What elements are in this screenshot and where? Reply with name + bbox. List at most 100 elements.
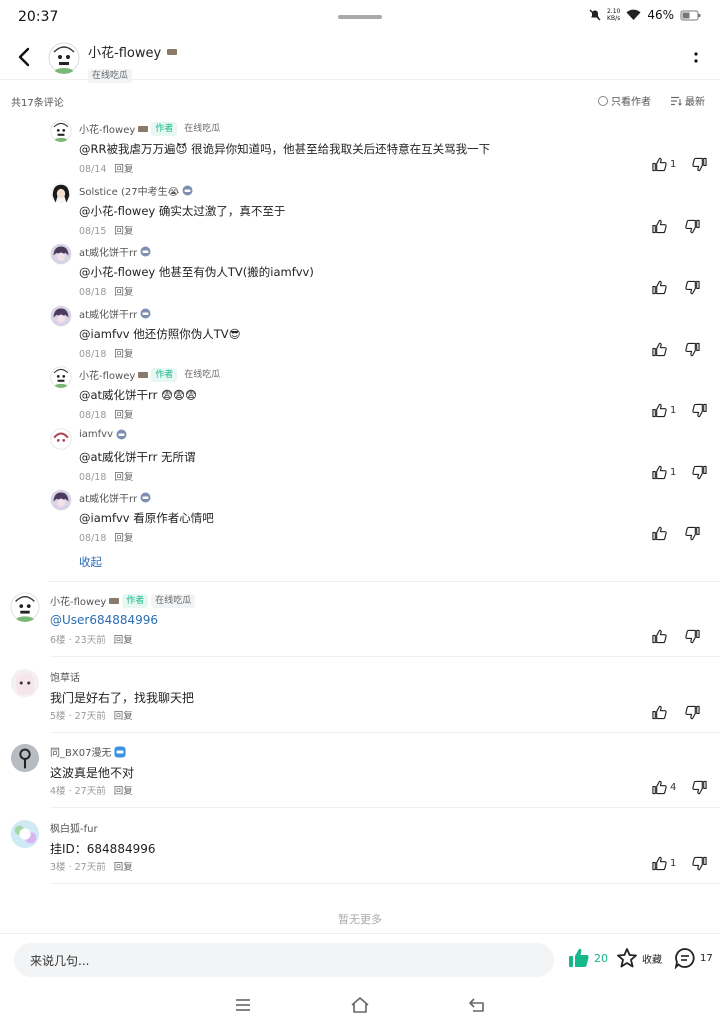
like-button[interactable] [652, 280, 667, 295]
author-badge: 作者 [151, 367, 178, 382]
author-avatar[interactable] [48, 42, 80, 74]
reply-item[interactable]: at威化饼干rr @小花-flowey 他甚至有伪人TV(搬的iamfvv) 0… [0, 243, 720, 303]
author-badge: 作者 [122, 593, 149, 608]
thumbs-up-icon [652, 157, 667, 172]
reply-date: 08/15 [79, 225, 107, 237]
reply-button[interactable]: 回复 [114, 862, 133, 873]
sort-button[interactable]: 最新 [671, 93, 705, 108]
game-controller-icon [182, 185, 193, 195]
comment-avatar[interactable] [10, 818, 40, 849]
comment-username[interactable]: 小花-flowey [50, 593, 106, 608]
reply-button[interactable]: 回复 [114, 164, 133, 175]
like-button[interactable]: 4 [652, 780, 676, 795]
reply-item[interactable]: Solstice (27中考生😭 @小花-flowey 确实太过激了，真不至于 … [0, 181, 720, 242]
comment-item[interactable]: 小花-flowey 作者 在线吃瓜 @User684884996 6楼 · 23… [0, 592, 720, 664]
comment-input[interactable]: 来说几句... [14, 943, 554, 977]
collapse-button[interactable]: 收起 [79, 554, 102, 570]
thumbs-down-icon[interactable] [685, 342, 700, 357]
menu-icon[interactable] [234, 998, 252, 1012]
drag-handle[interactable] [338, 15, 382, 19]
thumbs-down-icon[interactable] [692, 465, 707, 480]
star-icon [617, 948, 637, 968]
like-button[interactable]: 1 [652, 157, 676, 172]
like-button[interactable]: 1 [652, 465, 676, 480]
like-button[interactable]: 20 [568, 947, 608, 969]
comment-username[interactable]: 饱草话 [50, 669, 80, 684]
reply-username[interactable]: at威化饼干rr [79, 306, 137, 321]
like-button[interactable] [652, 705, 667, 720]
reply-item[interactable]: 小花-flowey 作者 在线吃瓜 @at威化饼干rr 😨😨😨 08/18 回复 … [0, 366, 720, 426]
battery-icon [680, 10, 701, 21]
back-nav-icon[interactable] [468, 997, 486, 1013]
home-icon[interactable] [350, 996, 370, 1014]
thumbs-down-icon[interactable] [692, 157, 707, 172]
comment-item[interactable]: 同_BX07漫无 这波真是他不对 4楼 · 27天前 回复 4 [0, 743, 720, 815]
reply-username[interactable]: iamfvv [79, 429, 113, 440]
comment-item[interactable]: 枫白狐-fur 挂ID：684884996 3楼 · 27天前 回复 1 [0, 818, 720, 891]
reply-item[interactable]: iamfvv @at威化饼干rr 无所谓 08/18 回复 1 [0, 427, 720, 488]
comment-avatar[interactable] [10, 667, 40, 698]
reply-button[interactable]: 回复 [114, 472, 133, 483]
thumbs-down-icon[interactable] [692, 403, 707, 418]
comment-button[interactable]: 17 [674, 947, 713, 969]
reply-date: 08/18 [79, 348, 107, 360]
battery-percent: 46% [647, 8, 674, 22]
thumbs-down-icon[interactable] [685, 705, 700, 720]
thumbs-down-icon[interactable] [685, 280, 700, 295]
thumbs-down-icon[interactable] [692, 856, 707, 871]
comment-username[interactable]: 枫白狐-fur [50, 820, 98, 835]
system-nav-bar [0, 992, 720, 1024]
author-info[interactable]: 小花-flowey 在线吃瓜 [88, 42, 178, 83]
reply-button[interactable]: 回复 [114, 711, 133, 722]
thumbs-up-icon [652, 465, 667, 479]
reply-avatar[interactable] [50, 366, 72, 388]
comment-floor: 6楼 [50, 635, 66, 646]
reply-username[interactable]: 小花-flowey [79, 367, 135, 382]
comment-count: 17 [700, 952, 713, 964]
like-button[interactable]: 1 [652, 403, 676, 418]
reply-username[interactable]: 小花-flowey [79, 121, 135, 136]
author-status-badge: 在线吃瓜 [88, 69, 133, 83]
reply-avatar[interactable] [50, 489, 72, 511]
reply-item[interactable]: 小花-flowey 作者 在线吃瓜 @RR被我虐万万遍😈 很诡异你知道吗，他甚至… [0, 120, 720, 180]
reply-item[interactable]: at威化饼干rr @iamfvv 看原作者心情吧 08/18 回复 [0, 489, 720, 549]
like-button[interactable] [652, 629, 667, 644]
like-button[interactable]: 1 [652, 856, 676, 871]
reply-username[interactable]: Solstice (27中考生😭 [79, 183, 179, 198]
reply-item[interactable]: at威化饼干rr @iamfvv 他还仿照你伪人TV😎 08/18 回复 [0, 304, 720, 365]
thumbs-down-icon[interactable] [685, 629, 700, 644]
thumbs-down-icon[interactable] [692, 780, 707, 795]
reply-avatar[interactable] [50, 243, 72, 265]
more-options-icon[interactable] [690, 49, 702, 67]
like-button[interactable] [652, 526, 667, 541]
net-speed-value: 2.10 [606, 8, 621, 15]
reply-button[interactable]: 回复 [114, 786, 133, 797]
back-arrow-icon[interactable] [14, 44, 36, 70]
net-speed-unit: KB/s [607, 15, 621, 22]
reply-date: 08/14 [79, 164, 107, 175]
reply-button[interactable]: 回复 [114, 287, 133, 298]
comment-avatar[interactable] [10, 592, 40, 622]
reply-avatar[interactable] [50, 181, 72, 204]
comment-username[interactable]: 同_BX07漫无 [50, 744, 111, 759]
divider [50, 807, 720, 808]
reply-button[interactable]: 回复 [114, 410, 133, 421]
like-button[interactable] [652, 342, 667, 357]
reply-avatar[interactable] [50, 304, 72, 327]
thumbs-down-icon[interactable] [685, 526, 700, 541]
comment-avatar[interactable] [10, 743, 40, 773]
reply-username[interactable]: at威化饼干rr [79, 244, 137, 259]
comment-item[interactable]: 饱草话 我门是好右了，找我聊天把 5楼 · 27天前 回复 [0, 667, 720, 740]
reply-avatar[interactable] [50, 427, 72, 450]
reply-avatar[interactable] [50, 120, 72, 142]
reply-button[interactable]: 回复 [114, 226, 133, 237]
like-button[interactable] [652, 219, 667, 234]
reply-button[interactable]: 回复 [114, 635, 133, 646]
author-only-toggle[interactable]: 只看作者 [598, 93, 651, 108]
favorite-button[interactable]: 收藏 [616, 947, 662, 969]
reply-button[interactable]: 回复 [114, 533, 133, 544]
reply-username[interactable]: at威化饼干rr [79, 490, 137, 505]
reply-actions: 1 [652, 465, 707, 480]
reply-button[interactable]: 回复 [114, 349, 133, 360]
thumbs-down-icon[interactable] [685, 219, 700, 234]
